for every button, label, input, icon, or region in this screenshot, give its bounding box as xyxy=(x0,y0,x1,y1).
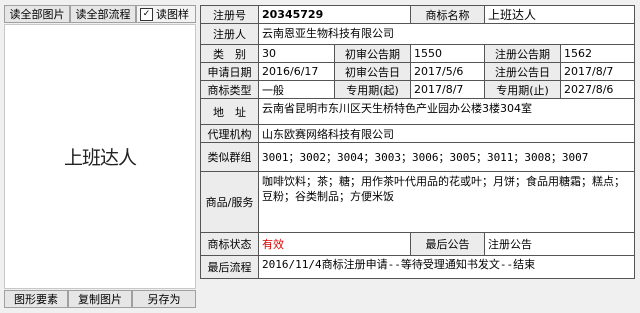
mark-name-value: 上班达人 xyxy=(484,5,636,24)
apply-date-value: 2016/6/17 xyxy=(258,62,335,81)
class-label: 类 别 xyxy=(200,44,259,63)
excl-start-label: 专用期(起) xyxy=(333,80,412,99)
mark-type-value: 一般 xyxy=(258,80,335,99)
mark-type-label: 商标类型 xyxy=(200,80,259,99)
latest-notice-label: 最后公告 xyxy=(410,232,486,256)
read-sample-label: 读图样 xyxy=(156,8,189,21)
address-label: 地 址 xyxy=(200,98,259,125)
reg-issue-value: 1562 xyxy=(560,44,636,63)
goods-label: 商品/服务 xyxy=(200,171,259,233)
latest-process-value: 2016/11/4商标注册申请--等待受理通知书发文--结束 xyxy=(257,255,636,279)
similar-group-label: 类似群组 xyxy=(200,142,259,172)
prelim-issue-label: 初审公告期 xyxy=(333,44,412,63)
reg-date-value: 2017/8/7 xyxy=(560,62,636,81)
prelim-date-value: 2017/5/6 xyxy=(410,62,486,81)
copy-image-button[interactable]: 复制图片 xyxy=(68,290,132,308)
read-all-process-button[interactable]: 读全部流程 xyxy=(70,5,136,23)
agent-value: 山东欧赛网络科技有限公司 xyxy=(257,124,636,143)
status-label: 商标状态 xyxy=(200,232,259,256)
apply-date-label: 申请日期 xyxy=(200,62,259,81)
prelim-date-label: 初审公告日 xyxy=(333,62,412,81)
trademark-image-preview: 上班达人 xyxy=(4,24,196,289)
class-value: 30 xyxy=(258,44,335,63)
reg-no-value: 20345729 xyxy=(257,5,412,24)
read-all-images-button[interactable]: 读全部图片 xyxy=(4,5,70,23)
figure-elements-button[interactable]: 图形要素 xyxy=(4,290,68,308)
latest-notice-value: 注册公告 xyxy=(484,232,636,256)
excl-end-value: 2027/8/6 xyxy=(560,80,636,99)
reg-issue-label: 注册公告期 xyxy=(484,44,562,63)
reg-no-label: 注册号 xyxy=(200,5,259,24)
image-actions-bar: 图形要素 复制图片 另存为 xyxy=(4,290,196,308)
excl-end-label: 专用期(止) xyxy=(484,80,562,99)
trademark-mark-image: 上班达人 xyxy=(63,148,137,169)
similar-group-value: 3001；3002；3004；3003；3006；3005；3011；3008；… xyxy=(257,142,636,172)
agent-label: 代理机构 xyxy=(200,124,259,143)
excl-start-value: 2017/8/7 xyxy=(410,80,486,99)
reg-date-label: 注册公告日 xyxy=(484,62,562,81)
save-as-button[interactable]: 另存为 xyxy=(132,290,196,308)
applicant-value: 云南恩亚生物科技有限公司 xyxy=(257,23,636,45)
mark-name-label: 商标名称 xyxy=(410,5,486,24)
address-value: 云南省昆明市东川区天生桥特色产业园办公楼3楼304室 xyxy=(257,98,636,125)
status-value: 有效 xyxy=(257,232,412,256)
latest-process-label: 最后流程 xyxy=(200,255,259,279)
goods-value: 咖啡饮料；茶；糖；用作茶叶代用品的花或叶；月饼；食品用糖霜；糕点；豆粉；谷类制品… xyxy=(257,171,636,233)
prelim-issue-value: 1550 xyxy=(410,44,486,63)
applicant-label: 注册人 xyxy=(200,23,259,45)
checkbox-check-icon[interactable]: ✓ xyxy=(140,7,153,21)
read-sample-checkbox[interactable]: ✓ 读图样 xyxy=(136,5,196,23)
trademark-detail-table: 注册号 20345729 商标名称 上班达人 注册人 云南恩亚生物科技有限公司 … xyxy=(200,5,636,279)
left-panel: 读全部图片 读全部流程 ✓ 读图样 上班达人 图形要素 复制图片 另存为 xyxy=(4,5,196,308)
image-toolbar: 读全部图片 读全部流程 ✓ 读图样 xyxy=(4,5,196,23)
